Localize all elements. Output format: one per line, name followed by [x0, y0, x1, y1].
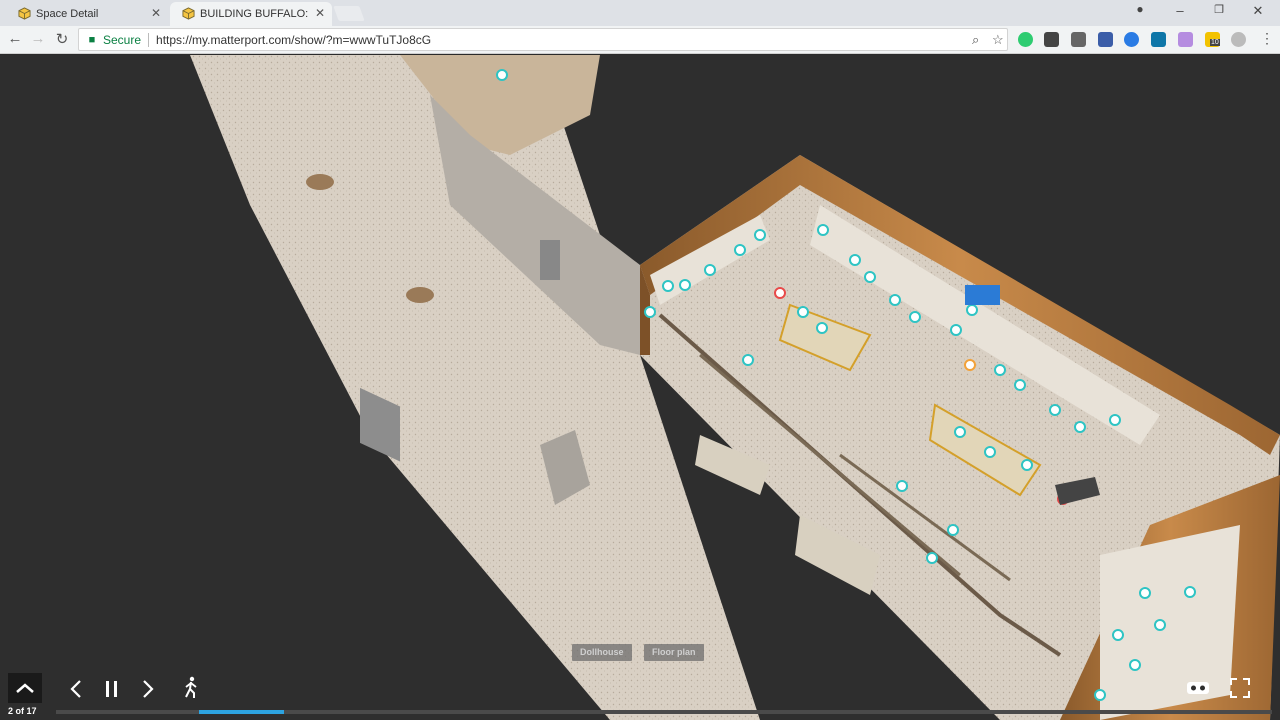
- chevron-left-icon[interactable]: [68, 678, 84, 700]
- walk-person-icon[interactable]: [182, 676, 200, 700]
- close-tab-icon[interactable]: ✕: [315, 6, 325, 20]
- profile-icon[interactable]: ●: [1120, 2, 1160, 16]
- browser-toolbar: ← → ↻ ■ Secure https://my.matterport.com…: [0, 26, 1280, 54]
- dollhouse-scene[interactable]: [0, 55, 1280, 720]
- tour-progress-fill: [199, 710, 285, 714]
- layers-extension-icon[interactable]: [1044, 32, 1059, 47]
- circle-extension-icon[interactable]: [1231, 32, 1246, 47]
- tab-label: BUILDING BUFFALO: Buil: [200, 8, 310, 20]
- tour-step-counter: 2 of 17: [8, 706, 37, 716]
- cube-favicon-icon: [18, 7, 31, 20]
- close-tab-icon[interactable]: ✕: [151, 6, 161, 20]
- fullscreen-icon[interactable]: [1229, 677, 1251, 699]
- cube-favicon-icon: [182, 7, 195, 20]
- chevron-right-icon[interactable]: [140, 678, 156, 700]
- restore-icon[interactable]: ❐: [1199, 3, 1239, 16]
- dollhouse-button[interactable]: Dollhouse: [572, 644, 632, 661]
- browser-tabstrip: Space Detail ✕ BUILDING BUFFALO: Buil ✕ …: [0, 0, 1280, 26]
- pen-extension-icon[interactable]: [1178, 32, 1193, 47]
- extension-badge: 10: [1210, 39, 1220, 46]
- linkedin-extension-icon[interactable]: [1151, 32, 1166, 47]
- floor-plan-button[interactable]: Floor plan: [644, 644, 704, 661]
- pause-icon[interactable]: [104, 678, 120, 700]
- toggle-highlights-button[interactable]: [8, 673, 42, 703]
- minimize-icon[interactable]: –: [1160, 3, 1200, 18]
- url-text[interactable]: https://my.matterport.com/show/?m=wwwTuT…: [156, 33, 431, 47]
- tab-building-buffalo[interactable]: BUILDING BUFFALO: Buil ✕: [170, 2, 332, 26]
- wall-panel: [540, 240, 560, 280]
- menu-kebab-icon[interactable]: ⋮: [1256, 30, 1278, 47]
- lock-icon: ■: [88, 33, 96, 46]
- tab-space-detail[interactable]: Space Detail ✕: [6, 2, 168, 26]
- reload-icon[interactable]: ↻: [51, 30, 73, 48]
- tv-screen: [965, 285, 1000, 305]
- vr-headset-icon[interactable]: [1186, 680, 1210, 696]
- secure-label: Secure: [103, 32, 142, 47]
- bookmark-extension-icon[interactable]: [1098, 32, 1113, 47]
- link-extension-icon[interactable]: [1124, 32, 1139, 47]
- address-bar[interactable]: ■ Secure https://my.matterport.com/show/…: [78, 28, 1008, 51]
- url-divider: [148, 32, 150, 47]
- forward-arrow-icon[interactable]: →: [27, 30, 49, 47]
- right-counter: [1100, 525, 1240, 720]
- tab-label: Space Detail: [36, 8, 99, 20]
- evernote-extension-icon[interactable]: [1071, 32, 1086, 47]
- chevron-up-icon: [16, 683, 34, 693]
- tour-progress-bar[interactable]: [56, 710, 1272, 714]
- grammarly-extension-icon[interactable]: [1018, 32, 1033, 47]
- new-tab-button[interactable]: [333, 6, 365, 21]
- cafe-table-1: [306, 174, 334, 190]
- window-close-icon[interactable]: ✕: [1238, 3, 1278, 19]
- cafe-table-2: [406, 287, 434, 303]
- back-arrow-icon[interactable]: ←: [4, 30, 26, 47]
- zoom-icon[interactable]: ⌕: [972, 32, 979, 48]
- notes-extension-icon[interactable]: 10: [1205, 32, 1220, 47]
- bookmark-star-icon[interactable]: ☆: [992, 32, 1004, 48]
- matterport-viewer[interactable]: Dollhouse Floor plan 2 of 17: [0, 55, 1280, 720]
